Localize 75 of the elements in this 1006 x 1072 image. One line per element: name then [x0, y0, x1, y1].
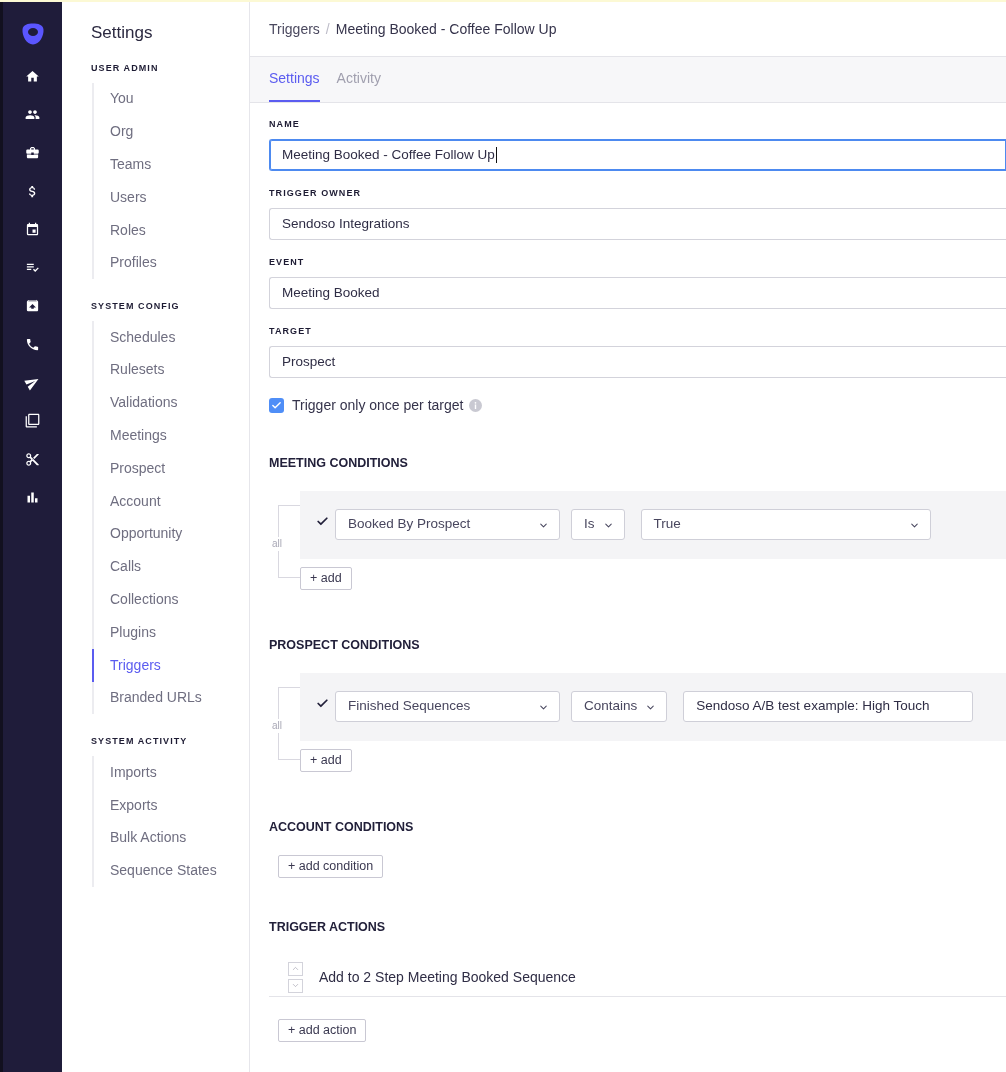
section-heading: TRIGGER ACTIONS — [269, 918, 387, 935]
sidebar-item[interactable]: Prospect — [92, 451, 249, 485]
sidebar-item[interactable]: Account — [92, 484, 249, 518]
sidebar-item[interactable]: Exports — [92, 788, 249, 822]
check-icon — [316, 515, 329, 528]
sidebar-item[interactable]: Calls — [92, 550, 249, 584]
sidebar-item[interactable]: Branded URLs — [92, 681, 249, 715]
section-heading: PROSPECT CONDITIONS — [269, 636, 421, 653]
section-heading: ACCOUNT CONDITIONS — [269, 818, 415, 835]
field-label: TARGET — [269, 325, 313, 337]
field-label: NAME — [269, 118, 301, 130]
input-field[interactable]: Meeting Booked — [269, 277, 1006, 309]
sidebar-item[interactable]: Opportunity — [92, 517, 249, 551]
calendar-icon[interactable] — [25, 221, 40, 237]
sidebar-item[interactable]: Rulesets — [92, 353, 249, 387]
section-heading: SYSTEM CONFIG — [91, 300, 181, 313]
add-button[interactable]: + add condition — [278, 854, 384, 878]
sidebar-item[interactable]: Users — [92, 180, 249, 214]
copy-icon[interactable] — [25, 413, 40, 429]
scissors-icon[interactable] — [25, 451, 40, 467]
sidebar-item[interactable]: Profiles — [92, 246, 249, 280]
sidebar-item[interactable]: Org — [92, 115, 249, 149]
value-dropdown[interactable]: True — [640, 509, 931, 540]
section-heading: MEETING CONDITIONS — [269, 454, 409, 471]
checkbox-label: Trigger only once per target — [292, 395, 464, 415]
input-field[interactable]: Sendoso Integrations — [269, 208, 1006, 240]
briefcase-icon[interactable] — [25, 145, 40, 161]
sidebar-item[interactable]: Validations — [92, 386, 249, 420]
chevron-down-icon — [291, 981, 300, 990]
sidebar-item[interactable]: Plugins — [92, 615, 249, 649]
input-field[interactable]: Meeting Booked - Coffee Follow Up — [269, 139, 1006, 171]
field-dropdown[interactable]: Finished Sequences — [335, 691, 560, 722]
sidebar-item[interactable]: Meetings — [92, 419, 249, 452]
sidebar-item[interactable]: Bulk Actions — [92, 821, 249, 855]
breadcrumb-separator: / — [325, 19, 330, 39]
section-heading: USER ADMIN — [91, 62, 160, 74]
sidebar-item[interactable]: Imports — [92, 755, 249, 789]
inbox-upload-icon[interactable] — [25, 298, 40, 314]
sidebar-item[interactable]: Sequence States — [92, 854, 249, 888]
tab[interactable]: Settings — [269, 57, 320, 102]
checkbox[interactable] — [269, 397, 284, 413]
sidebar-item[interactable]: Roles — [92, 213, 249, 247]
home-icon[interactable] — [25, 68, 40, 84]
action-label: Add to 2 Step Meeting Booked Sequence — [319, 967, 576, 987]
sidebar-item[interactable]: Teams — [92, 148, 249, 181]
field-label: TRIGGER OWNER — [269, 187, 363, 199]
value-field[interactable]: Sendoso A/B test example: High Touch — [683, 691, 974, 722]
add-button[interactable]: + add — [300, 566, 352, 590]
sidebar-title: Settings — [91, 22, 154, 44]
chevron-down-icon — [908, 520, 920, 531]
chevron-down-icon — [538, 702, 549, 713]
sidebar-item[interactable]: Collections — [92, 583, 249, 616]
check-icon — [271, 399, 282, 411]
sidebar-item[interactable]: Schedules — [92, 320, 249, 354]
text-cursor-icon — [495, 147, 498, 163]
sidebar-item[interactable]: You — [92, 82, 249, 116]
field-label: EVENT — [269, 256, 306, 268]
breadcrumb-current: Meeting Booked - Coffee Follow Up — [335, 19, 557, 39]
logo-icon[interactable] — [20, 23, 45, 45]
operator-dropdown[interactable]: Contains — [571, 691, 668, 722]
phone-icon[interactable] — [25, 336, 40, 352]
chevron-down-icon — [602, 520, 614, 531]
breadcrumb-link[interactable]: Triggers — [269, 18, 320, 40]
field-dropdown[interactable]: Booked By Prospect — [335, 509, 560, 540]
input-field[interactable]: Prospect — [269, 346, 1006, 378]
chevron-up-icon — [291, 964, 300, 973]
add-button[interactable]: + add action — [278, 1018, 367, 1042]
section-heading: SYSTEM ACTIVITY — [91, 735, 189, 748]
chevron-down-icon — [645, 702, 657, 713]
join-label: all — [272, 536, 282, 551]
chevron-down-icon — [538, 520, 549, 531]
add-button[interactable]: + add — [300, 748, 352, 772]
join-label: all — [272, 718, 282, 733]
operator-dropdown[interactable]: Is — [571, 509, 625, 540]
check-icon — [316, 697, 329, 710]
